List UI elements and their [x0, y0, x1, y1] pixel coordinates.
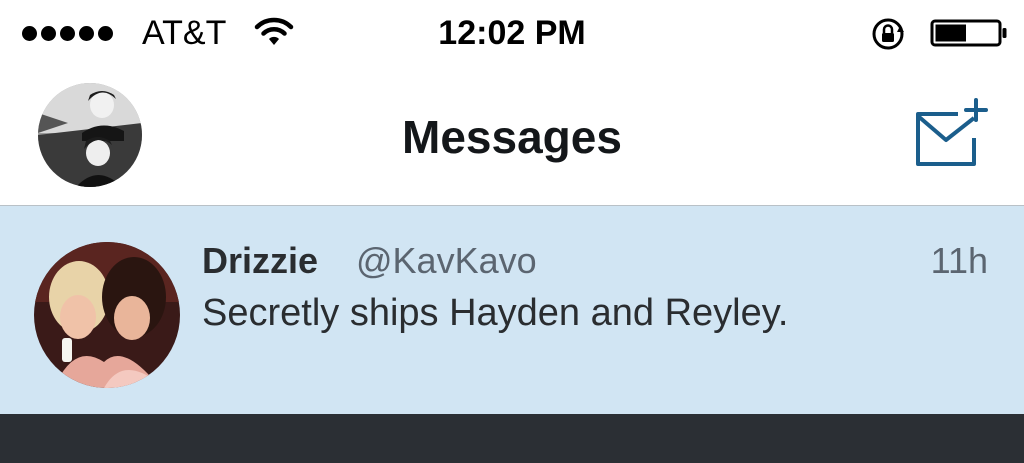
bottom-bar	[0, 414, 1024, 463]
conversation-handle: @KavKavo	[356, 240, 537, 281]
conversation-name: Drizzie	[202, 240, 319, 281]
nav-bar: Messages	[0, 66, 1024, 206]
conversation-preview: Secretly ships Hayden and Reyley.	[202, 292, 789, 334]
page-title: Messages	[402, 111, 622, 163]
conversation-avatar[interactable]	[34, 242, 180, 388]
conversation-time: 11h	[930, 240, 988, 281]
status-bar: AT&T 12:02 PM	[0, 0, 1024, 66]
conversation-row[interactable]: Drizzie @KavKavo 11h Secretly ships Hayd…	[0, 206, 1024, 414]
battery-icon	[930, 19, 1007, 47]
orientation-lock-icon	[872, 18, 904, 50]
compose-message-icon[interactable]	[912, 96, 990, 168]
